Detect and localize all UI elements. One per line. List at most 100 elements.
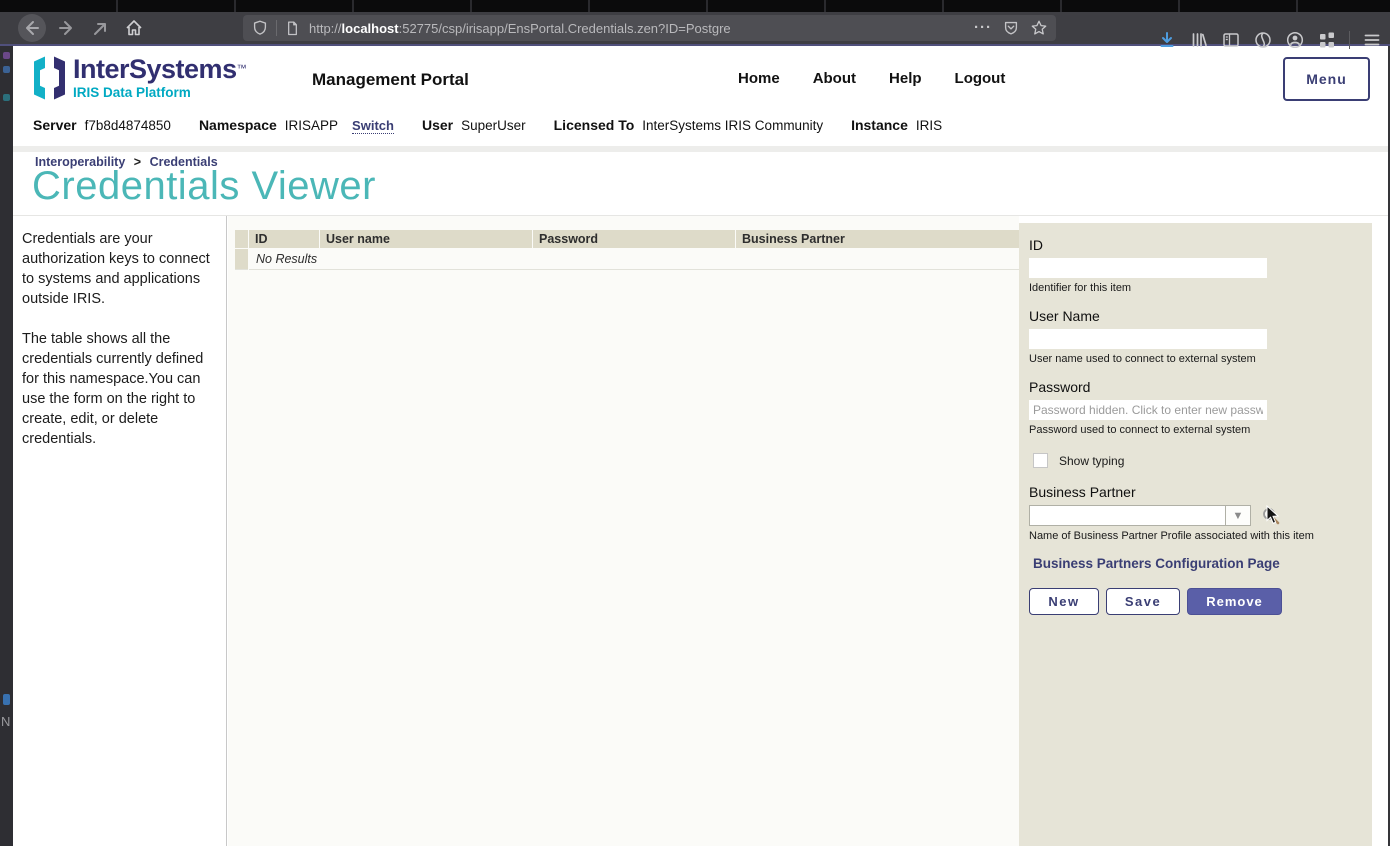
nav-logout[interactable]: Logout — [955, 70, 1006, 87]
new-button[interactable]: New — [1029, 588, 1099, 615]
remove-button[interactable]: Remove — [1187, 588, 1282, 615]
user-value: SuperUser — [461, 118, 526, 133]
background-letter: N — [1, 714, 10, 729]
nav-home[interactable]: Home — [738, 70, 780, 87]
background-app-icon — [3, 66, 10, 73]
instance-label: Instance — [851, 117, 908, 133]
menu-hamburger-icon[interactable] — [1362, 30, 1382, 50]
library-icon[interactable] — [1189, 30, 1209, 50]
business-partner-value — [1030, 506, 1225, 525]
url-bar[interactable]: http://localhost:52775/csp/irisapp/EnsPo… — [243, 15, 1056, 41]
user-label: User — [422, 117, 453, 133]
row-selector-cell — [235, 249, 248, 270]
background-app-icon — [3, 52, 10, 59]
id-hint: Identifier for this item — [1029, 282, 1372, 294]
server-value: f7b8d4874850 — [85, 118, 171, 133]
url-host: localhost — [342, 21, 399, 36]
url-text[interactable]: http://localhost:52775/csp/irisapp/EnsPo… — [309, 21, 966, 36]
page-info-icon[interactable] — [284, 20, 301, 37]
system-info-bar: Server f7b8d4874850 Namespace IRISAPP Sw… — [33, 117, 942, 134]
namespace-label: Namespace — [199, 117, 277, 133]
reload-button[interactable] — [86, 14, 114, 42]
server-label: Server — [33, 117, 77, 133]
credential-form-panel: ID Identifier for this item User Name Us… — [1019, 223, 1372, 846]
intersystems-logo: InterSystems™ IRIS Data Platform — [33, 56, 247, 100]
id-label: ID — [1029, 237, 1372, 253]
table-row: No Results — [235, 249, 1058, 270]
licensed-to-value: InterSystems IRIS Community — [642, 118, 823, 133]
background-app-icon — [3, 94, 10, 101]
logo-trademark: ™ — [237, 64, 247, 75]
credentials-table: ID User name Password Business Partner N… — [234, 229, 1059, 271]
logo-name: InterSystems — [73, 54, 237, 84]
save-button[interactable]: Save — [1106, 588, 1180, 615]
username-hint: User name used to connect to external sy… — [1029, 353, 1372, 365]
business-partner-hint: Name of Business Partner Profile associa… — [1029, 530, 1372, 542]
toolbar-right-icons — [1157, 24, 1382, 56]
intersystems-bracket-icon — [33, 56, 66, 100]
browser-toolbar: http://localhost:52775/csp/irisapp/EnsPo… — [0, 12, 1390, 46]
shortcuts-grid-icon[interactable] — [1317, 30, 1337, 50]
column-header-username[interactable]: User name — [320, 230, 532, 248]
portal-page: InterSystems™ IRIS Data Platform Managem… — [13, 46, 1390, 846]
credentials-table-area: ID User name Password Business Partner N… — [228, 216, 1019, 846]
business-partners-config-link[interactable]: Business Partners Configuration Page — [1033, 556, 1372, 571]
no-results-message: No Results — [249, 249, 1058, 270]
password-hint: Password used to connect to external sys… — [1029, 424, 1372, 436]
diagonal-arrow-icon — [90, 18, 110, 38]
downloads-icon[interactable] — [1157, 30, 1177, 50]
save-to-pocket-icon[interactable] — [1002, 19, 1020, 37]
nav-help[interactable]: Help — [889, 70, 922, 87]
description-paragraph-1: Credentials are your authorization keys … — [22, 229, 216, 309]
bookmark-star-icon[interactable] — [1030, 19, 1048, 37]
instance-value: IRIS — [916, 118, 942, 133]
forward-button[interactable] — [52, 14, 80, 42]
page-title: Credentials Viewer — [32, 164, 376, 209]
column-header-password[interactable]: Password — [533, 230, 735, 248]
table-header-row: ID User name Password Business Partner — [235, 230, 1058, 248]
back-arrow-icon — [22, 18, 42, 38]
password-label: Password — [1029, 379, 1372, 395]
header-separator — [13, 146, 1390, 152]
browser-tab-strip[interactable] — [0, 0, 1390, 12]
chevron-down-icon[interactable]: ▼ — [1225, 506, 1250, 525]
id-input[interactable] — [1029, 258, 1267, 278]
forward-arrow-icon — [56, 18, 76, 38]
row-selector-header — [235, 230, 248, 248]
switch-namespace-link[interactable]: Switch — [352, 118, 394, 134]
mouse-cursor — [1266, 505, 1280, 525]
sidebar-toggle-icon[interactable] — [1221, 30, 1241, 50]
column-header-business-partner[interactable]: Business Partner — [736, 230, 1058, 248]
username-input[interactable] — [1029, 329, 1267, 349]
url-path: :52775/csp/irisapp/EnsPortal.Credentials… — [399, 21, 731, 36]
toolbar-divider — [1349, 31, 1350, 49]
home-icon — [124, 18, 144, 38]
column-header-id[interactable]: ID — [249, 230, 319, 248]
menu-button[interactable]: Menu — [1283, 57, 1370, 101]
nav-about[interactable]: About — [813, 70, 856, 87]
home-button[interactable] — [120, 14, 148, 42]
business-partner-label: Business Partner — [1029, 484, 1372, 500]
account-icon[interactable] — [1285, 30, 1305, 50]
top-nav: Home About Help Logout — [738, 70, 1005, 87]
back-button[interactable] — [18, 14, 46, 42]
form-buttons: New Save Remove — [1029, 588, 1372, 615]
background-app-icon — [3, 694, 10, 705]
mask-icon[interactable] — [1253, 30, 1273, 50]
username-label: User Name — [1029, 308, 1372, 324]
password-input[interactable] — [1029, 400, 1267, 420]
background-window-strip: N — [0, 46, 13, 846]
page-actions-icon[interactable]: ··· — [974, 23, 992, 33]
namespace-value: IRISAPP — [285, 118, 338, 133]
url-scheme: http:// — [309, 21, 342, 36]
description-paragraph-2: The table shows all the credentials curr… — [22, 329, 216, 449]
tracking-shield-icon[interactable] — [251, 19, 269, 37]
portal-title: Management Portal — [312, 70, 469, 90]
show-typing-label: Show typing — [1059, 454, 1124, 468]
logo-subtitle: IRIS Data Platform — [73, 86, 247, 100]
business-partner-row: ▼ — [1029, 505, 1372, 526]
show-typing-row: Show typing — [1033, 453, 1372, 468]
business-partner-combo[interactable]: ▼ — [1029, 505, 1251, 526]
licensed-to-label: Licensed To — [554, 117, 635, 133]
show-typing-checkbox[interactable] — [1033, 453, 1048, 468]
